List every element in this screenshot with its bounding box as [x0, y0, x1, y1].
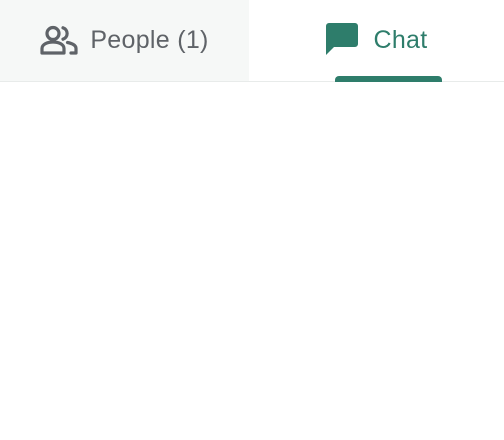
- tab-people-label: People (1): [90, 26, 209, 54]
- tab-chat[interactable]: Chat: [249, 0, 504, 82]
- people-icon: [40, 25, 78, 55]
- chat-icon: [325, 22, 359, 56]
- tab-chat-label: Chat: [373, 26, 428, 54]
- chat-panel-content: [0, 82, 504, 440]
- panel-tab-bar: People (1) Chat: [0, 0, 504, 82]
- tab-people[interactable]: People (1): [0, 0, 249, 81]
